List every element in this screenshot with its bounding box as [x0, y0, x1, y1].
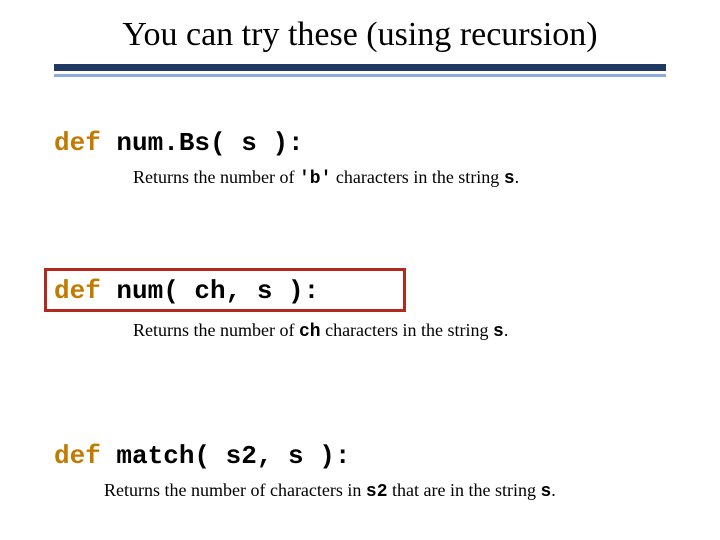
fn3-keyword: def [54, 441, 101, 471]
fn1-name: num.Bs( s ): [101, 128, 304, 158]
fn3-description: Returns the number of characters in s2 t… [104, 480, 704, 503]
slide-title: You can try these (using recursion) [0, 16, 720, 54]
fn1-desc-end: . [515, 167, 520, 187]
fn2-arg: ch [299, 322, 321, 342]
fn1-description: Returns the number of 'b' characters in … [133, 167, 693, 190]
fn2-desc-pre: Returns the number of [133, 320, 299, 340]
fn1-arg: 'b' [299, 169, 331, 189]
fn2-keyword: def [54, 276, 101, 306]
fn2-str: s [493, 322, 504, 342]
fn1-desc-mid: characters in the string [331, 167, 503, 187]
fn3-str: s [540, 482, 551, 502]
fn1-signature: def num.Bs( s ): [54, 130, 304, 156]
fn1-desc-pre: Returns the number of [133, 167, 299, 187]
fn2-description: Returns the number of ch characters in t… [133, 320, 693, 343]
fn2-desc-end: . [504, 320, 509, 340]
fn3-name: match( s2, s ): [101, 441, 351, 471]
fn3-desc-end: . [551, 480, 556, 500]
fn2-signature: def num( ch, s ): [54, 278, 319, 304]
fn3-desc-pre: Returns the number of characters in [104, 480, 366, 500]
title-rule-dark [54, 64, 666, 71]
fn2-name: num( ch, s ): [101, 276, 319, 306]
fn1-str: s [504, 169, 515, 189]
fn3-desc-mid: that are in the string [388, 480, 541, 500]
fn1-keyword: def [54, 128, 101, 158]
fn3-arg: s2 [366, 482, 388, 502]
fn3-signature: def match( s2, s ): [54, 443, 350, 469]
slide: You can try these (using recursion) def … [0, 0, 720, 540]
fn2-desc-mid: characters in the string [321, 320, 493, 340]
title-rule-light [54, 74, 666, 77]
